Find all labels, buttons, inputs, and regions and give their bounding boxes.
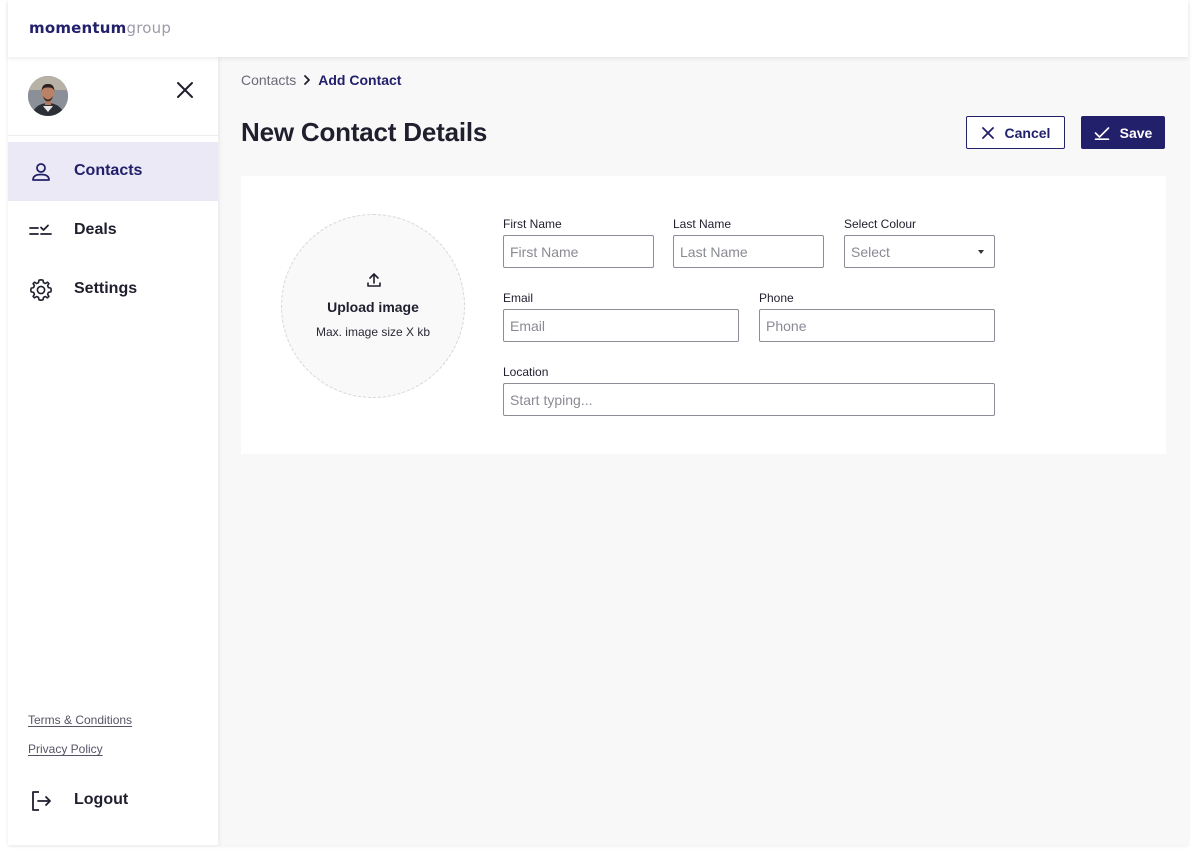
cancel-button[interactable]: Cancel [966,116,1065,149]
save-label: Save [1119,124,1153,141]
person-icon [32,163,50,181]
select-colour-label: Select Colour [844,217,917,231]
sidebar-item-label: Deals [74,221,117,238]
colour-select-value: Select [851,244,890,260]
logout-button[interactable]: Logout [8,771,218,830]
first-name-label: First Name [503,217,562,231]
phone-input[interactable] [759,309,995,342]
gear-icon [30,279,52,301]
sidebar: Contacts Deals Settings Terms & Conditio… [8,57,218,845]
logout-icon [32,791,51,811]
upload-icon [367,273,381,287]
privacy-link[interactable]: Privacy Policy [28,742,103,756]
sidebar-item-settings[interactable]: Settings [8,260,218,319]
logo-strong-text: momentum [29,19,127,37]
location-input[interactable] [503,383,995,416]
terms-link[interactable]: Terms & Conditions [28,713,132,727]
phone-label: Phone [759,291,794,305]
cancel-label: Cancel [1004,124,1051,141]
close-icon[interactable] [174,79,196,101]
last-name-label: Last Name [673,217,732,231]
brand-logo[interactable]: momentumgroup [29,19,171,37]
check-icon [1094,126,1109,140]
last-name-input[interactable] [673,235,824,268]
upload-subtitle: Max. image size X kb [315,325,431,339]
logout-label: Logout [74,791,129,808]
colour-select[interactable]: Select [844,235,995,268]
contact-form-card: Upload image Max. image size X kb First … [241,176,1166,454]
top-header: momentumgroup [8,0,1188,57]
page-title: New Contact Details [241,117,488,147]
email-label: Email [503,291,534,305]
checklist-icon [29,221,52,235]
email-input[interactable] [503,309,739,342]
breadcrumb-contacts[interactable]: Contacts [241,72,296,88]
avatar[interactable] [28,76,68,116]
sidebar-header [8,57,218,136]
sidebar-item-label: Contacts [74,162,143,179]
location-label: Location [503,365,549,379]
sidebar-item-deals[interactable]: Deals [8,201,218,260]
close-icon [981,126,994,139]
app-frame: momentumgroup Contacts Deals Settings Te… [8,0,1188,845]
caret-down-icon [978,250,984,254]
breadcrumb-current: Add Contact [318,72,402,88]
sidebar-item-label: Settings [74,280,138,297]
chevron-right-icon [304,75,311,85]
sidebar-item-contacts[interactable]: Contacts [8,142,218,201]
upload-title: Upload image [327,299,419,315]
save-button[interactable]: Save [1081,116,1165,149]
first-name-input[interactable] [503,235,654,268]
breadcrumb: Contacts Add Contact [241,72,401,88]
upload-image-dropzone[interactable]: Upload image Max. image size X kb [281,214,465,398]
logo-light-text: group [126,19,172,37]
avatar-image [28,76,68,116]
